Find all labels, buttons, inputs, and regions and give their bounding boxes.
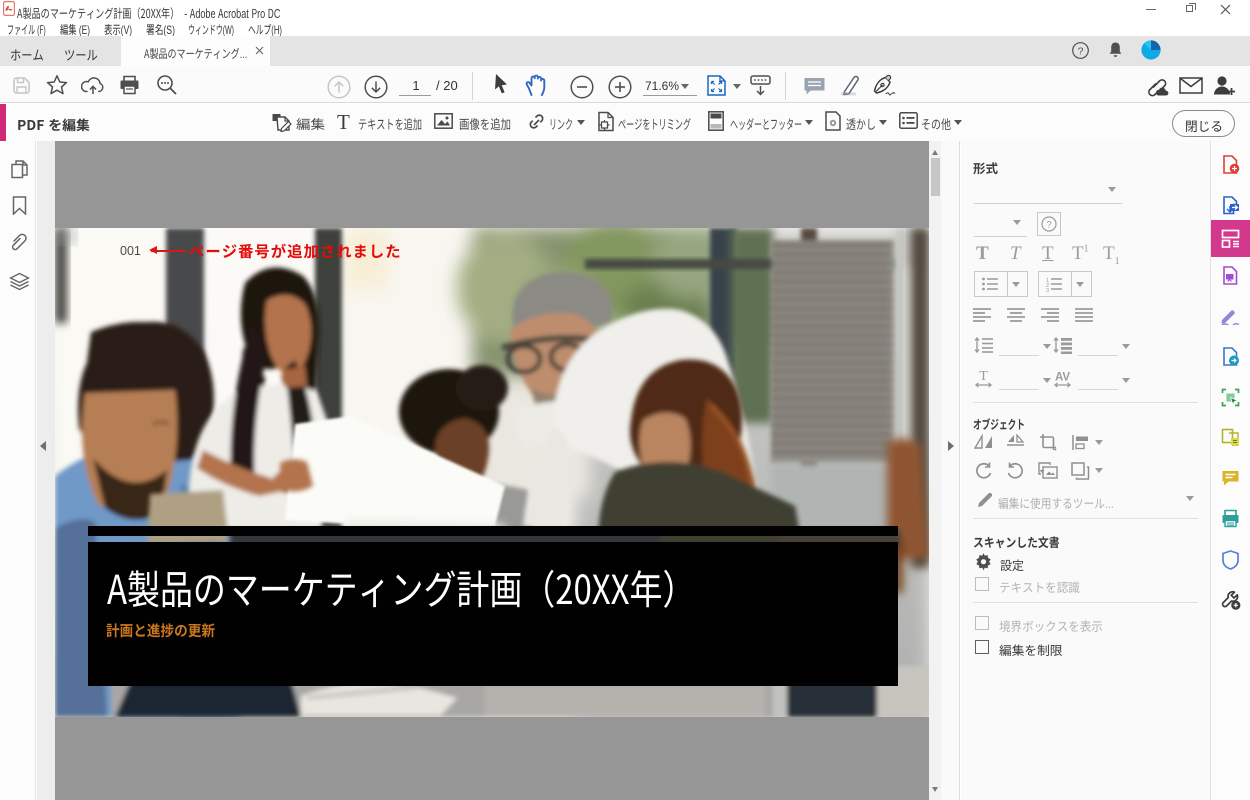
svg-text:T: T (979, 370, 988, 384)
svg-text:?: ? (1046, 220, 1051, 231)
svg-text:?: ? (1078, 46, 1084, 58)
svg-text:3: 3 (1046, 288, 1049, 294)
svg-text:AV: AV (1055, 372, 1070, 384)
